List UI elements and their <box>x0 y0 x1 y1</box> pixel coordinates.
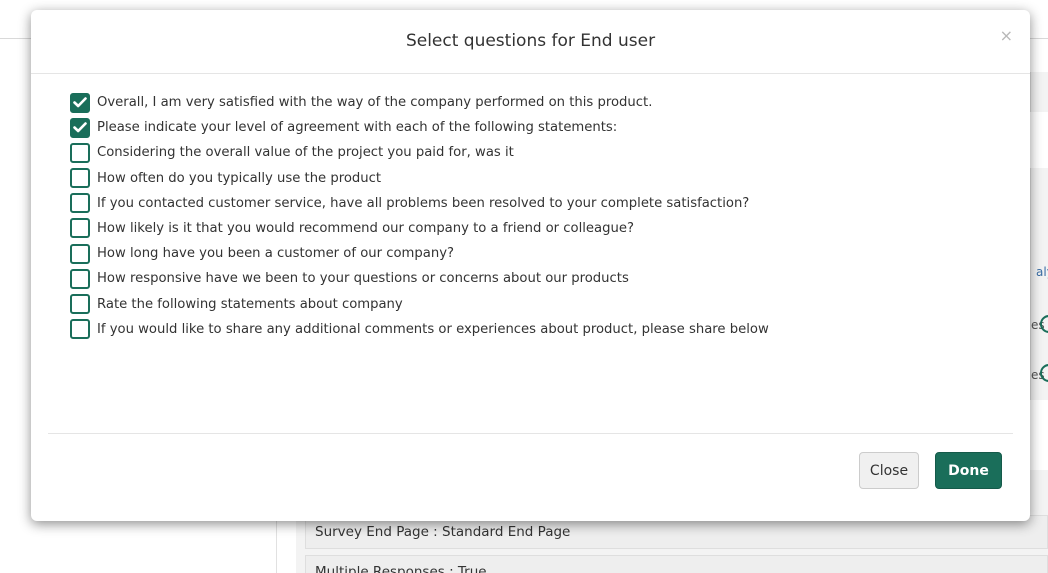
checkbox[interactable] <box>70 193 90 214</box>
question-label: How often do you typically use the produ… <box>97 170 382 186</box>
close-icon[interactable]: × <box>1000 26 1013 45</box>
question-item[interactable]: Overall, I am very satisfied with the wa… <box>70 92 769 113</box>
background-right-panel <box>1030 72 1048 112</box>
checkbox[interactable] <box>70 294 90 314</box>
checkmark-icon <box>73 122 87 133</box>
question-item[interactable]: How likely is it that you would recommen… <box>70 218 769 239</box>
question-item[interactable]: How responsive have we been to your ques… <box>70 268 769 289</box>
question-label: If you would like to share any additiona… <box>97 321 769 337</box>
multiple-responses-row: Multiple Responses : True <box>305 555 1048 573</box>
select-questions-dialog: Select questions for End user × Overall,… <box>31 10 1030 521</box>
question-label: Please indicate your level of agreement … <box>97 120 618 136</box>
page: Survey End Page : Standard End Page Mult… <box>0 0 1048 573</box>
checkbox[interactable] <box>70 168 90 189</box>
background-link-fragment: aly <box>1036 265 1048 279</box>
dialog-header: Select questions for End user × <box>31 10 1030 74</box>
question-label: How responsive have we been to your ques… <box>97 271 629 287</box>
question-label: How long have you been a customer of our… <box>97 246 455 262</box>
close-button[interactable]: Close <box>859 452 919 489</box>
question-item[interactable]: If you contacted customer service, have … <box>70 193 769 214</box>
question-item[interactable]: How long have you been a customer of our… <box>70 243 769 264</box>
question-label: How likely is it that you would recommen… <box>97 220 634 236</box>
question-label: Considering the overall value of the pro… <box>97 145 514 161</box>
checkbox[interactable] <box>70 218 90 239</box>
checkbox[interactable] <box>70 268 90 289</box>
checkbox[interactable] <box>70 117 90 138</box>
done-button[interactable]: Done <box>935 452 1002 489</box>
question-label: If you contacted customer service, have … <box>97 195 750 211</box>
checkbox[interactable] <box>70 142 90 163</box>
question-item[interactable]: Rate the following statements about comp… <box>70 294 769 315</box>
question-list: Overall, I am very satisfied with the wa… <box>70 92 769 344</box>
dialog-title: Select questions for End user <box>405 31 656 51</box>
question-item[interactable]: Please indicate your level of agreement … <box>70 117 769 138</box>
question-item[interactable]: If you would like to share any additiona… <box>70 319 769 340</box>
checkmark-icon <box>73 97 87 108</box>
dialog-footer-divider <box>48 433 1013 434</box>
checkbox[interactable] <box>70 243 90 264</box>
question-item[interactable]: Considering the overall value of the pro… <box>70 142 769 163</box>
question-label: Overall, I am very satisfied with the wa… <box>97 95 653 110</box>
checkbox[interactable] <box>70 92 90 113</box>
question-item[interactable]: How often do you typically use the produ… <box>70 168 769 189</box>
question-label: Rate the following statements about comp… <box>97 296 403 312</box>
checkbox[interactable] <box>70 319 90 340</box>
